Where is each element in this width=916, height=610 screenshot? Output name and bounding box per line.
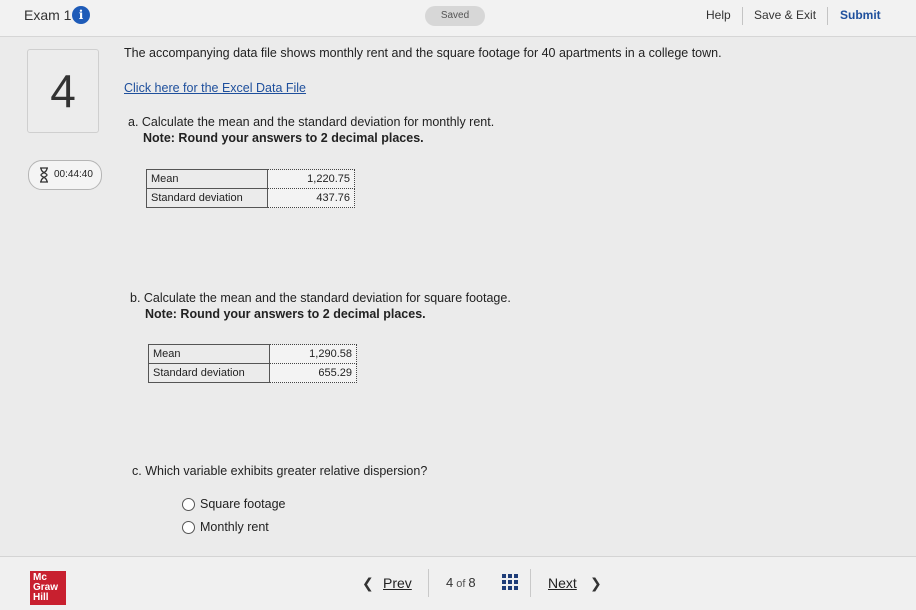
next-button[interactable]: Next <box>548 575 577 591</box>
sqft-mean-input[interactable]: 1,290.58 <box>269 344 357 364</box>
rent-std-dev-input[interactable]: 437.76 <box>267 188 355 208</box>
chevron-left-icon[interactable]: ❮ <box>362 575 374 592</box>
divider <box>742 7 743 25</box>
timer[interactable]: 00:44:40 <box>28 160 102 190</box>
exam-title: Exam 1 <box>24 7 72 23</box>
divider <box>530 569 531 597</box>
table-row: Mean 1,220.75 <box>146 169 355 189</box>
table-row: Standard deviation 437.76 <box>146 188 355 208</box>
mean-label: Mean <box>148 344 270 364</box>
question-number: 4 <box>27 49 99 133</box>
table-row: Standard deviation 655.29 <box>148 363 357 383</box>
total-pages: 8 <box>468 575 476 590</box>
part-b-note: Note: Round your answers to 2 decimal pl… <box>145 307 426 321</box>
hourglass-icon <box>40 167 48 183</box>
part-c-prompt: c. Which variable exhibits greater relat… <box>132 464 428 478</box>
question-intro: The accompanying data file shows monthly… <box>124 46 722 60</box>
mean-label: Mean <box>146 169 268 189</box>
sqft-std-dev-input[interactable]: 655.29 <box>269 363 357 383</box>
part-a-note: Note: Round your answers to 2 decimal pl… <box>143 131 424 145</box>
divider <box>827 7 828 25</box>
std-dev-label: Standard deviation <box>148 363 270 383</box>
part-a-prompt: a. Calculate the mean and the standard d… <box>128 115 495 129</box>
prev-button[interactable]: Prev <box>383 575 412 591</box>
save-exit-link[interactable]: Save & Exit <box>754 8 816 22</box>
radio-button[interactable] <box>182 520 195 534</box>
saved-status-badge: Saved <box>425 6 485 26</box>
divider <box>428 569 429 597</box>
submit-button[interactable]: Submit <box>840 8 881 22</box>
info-icon[interactable]: i <box>72 6 90 24</box>
timer-value: 00:44:40 <box>54 169 93 180</box>
page-indicator: 4 of 8 <box>446 575 476 590</box>
current-page: 4 <box>446 575 454 590</box>
option-monthly-rent[interactable]: Monthly rent <box>182 520 269 534</box>
chevron-right-icon[interactable]: ❯ <box>590 575 602 592</box>
option-label: Square footage <box>200 497 286 511</box>
radio-button[interactable] <box>182 497 195 511</box>
table-row: Mean 1,290.58 <box>148 344 357 364</box>
std-dev-label: Standard deviation <box>146 188 268 208</box>
excel-data-link[interactable]: Click here for the Excel Data File <box>124 81 306 95</box>
of-label: of <box>456 578 466 590</box>
option-label: Monthly rent <box>200 520 269 534</box>
part-a-answer-table: Mean 1,220.75 Standard deviation 437.76 <box>146 169 355 208</box>
part-b-answer-table: Mean 1,290.58 Standard deviation 655.29 <box>148 344 357 383</box>
help-link[interactable]: Help <box>706 8 731 22</box>
rent-mean-input[interactable]: 1,220.75 <box>267 169 355 189</box>
logo-line: Hill <box>33 592 49 603</box>
mcgraw-hill-logo: Mc Graw Hill <box>30 571 66 605</box>
top-bar: Exam 1 i Saved Help Save & Exit Submit <box>0 0 916 37</box>
footer-nav: Mc Graw Hill ❮ Prev 4 of 8 Next ❯ <box>0 556 916 610</box>
grid-icon[interactable] <box>502 574 518 590</box>
part-b-prompt: b. Calculate the mean and the standard d… <box>130 291 511 305</box>
option-square-footage[interactable]: Square footage <box>182 497 286 511</box>
